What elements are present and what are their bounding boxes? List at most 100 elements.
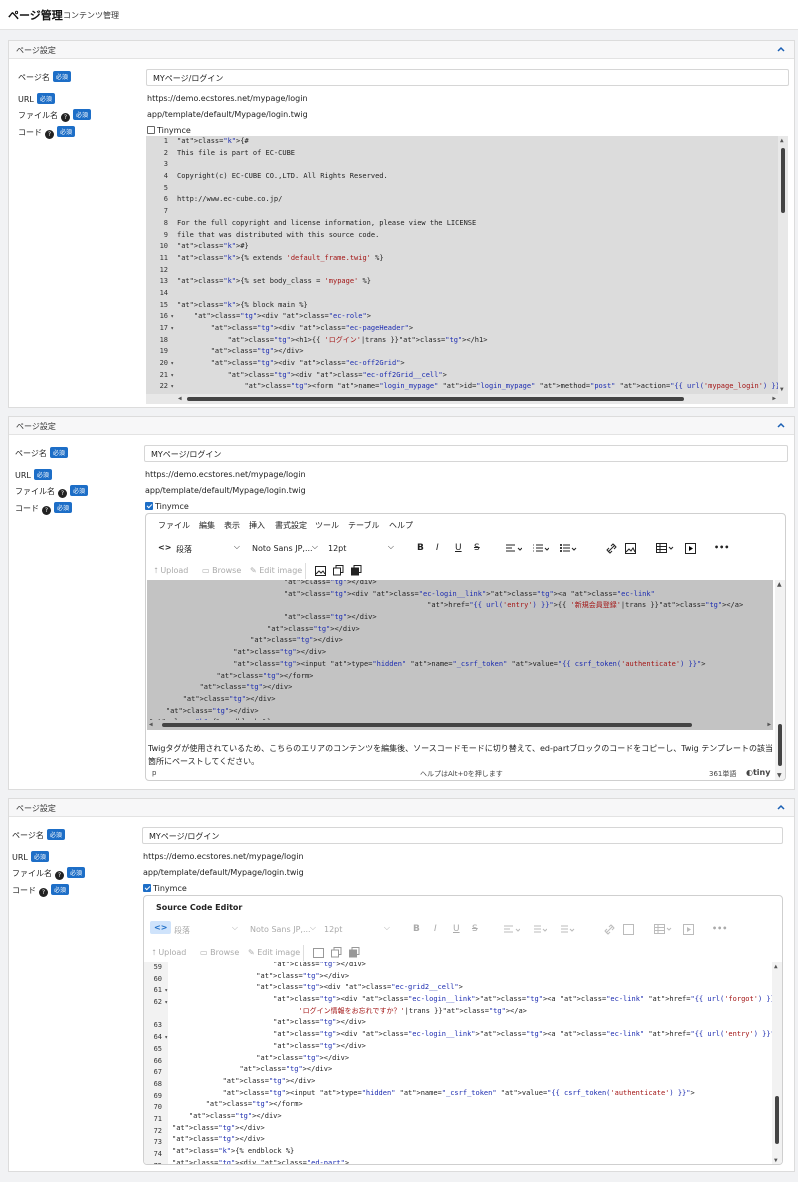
tiny-logo[interactable]: ◐tiny [746, 768, 770, 777]
code-line[interactable]: This file is part of EC-CUBE [177, 148, 778, 160]
font-family-select[interactable]: Noto Sans JP,... [247, 922, 319, 937]
gallery-icon[interactable] [331, 947, 342, 958]
code-line[interactable] [177, 206, 778, 218]
code-line[interactable]: "at">class="tg"></form> [149, 671, 763, 683]
help-icon[interactable]: ? [45, 130, 54, 139]
panel-header[interactable]: ページ設定 [9, 799, 794, 817]
menu-insert[interactable]: 挿入 [249, 520, 265, 531]
tinymce-checkbox[interactable]: Tinymce [145, 502, 189, 511]
strikethrough-button[interactable]: S [472, 924, 478, 934]
panel-header[interactable]: ページ設定 [9, 417, 794, 435]
code-line[interactable]: "at">class="k">{% extends 'default_frame… [177, 253, 778, 265]
table-icon[interactable] [654, 924, 674, 935]
bold-button[interactable]: B [413, 924, 420, 934]
help-icon[interactable]: ? [55, 871, 64, 880]
underline-button[interactable]: U [453, 924, 460, 934]
panel-header[interactable]: ページ設定 [9, 41, 794, 59]
editor-vertical-scrollbar[interactable]: ▲ ▼ [775, 580, 785, 780]
menu-tools[interactable]: ツール [315, 520, 339, 531]
upload-button[interactable]: ⭡ Upload [154, 566, 188, 576]
code-line[interactable] [177, 265, 778, 277]
code-line[interactable]: "at">class="tg"></div> [149, 647, 763, 659]
code-line[interactable]: "at">class="tg"></div> [172, 1123, 772, 1135]
horizontal-scrollbar[interactable]: ◀ ▶ [146, 394, 778, 404]
more-button[interactable]: ••• [712, 924, 727, 933]
chevron-up-icon[interactable] [776, 420, 786, 430]
underline-button[interactable]: U [455, 543, 462, 553]
italic-button[interactable]: I [436, 543, 439, 553]
source-code-area[interactable]: 5960616263646566676869707172737475767778… [144, 962, 782, 1164]
code-line[interactable]: "at">class="tg"></div> [172, 1076, 772, 1088]
code-line[interactable] [177, 183, 778, 195]
code-line[interactable]: file that was distributed with this sour… [177, 230, 778, 242]
editor-body-text[interactable]: Twigタグが使用されているため、こちらのエリアのコンテンツを編集後、ソースコー… [148, 742, 773, 768]
editor-code-area[interactable]: "at">class="tg"></div> "at">class="tg"><… [147, 580, 773, 730]
image-icon[interactable] [625, 543, 636, 554]
media-icon[interactable] [685, 543, 696, 554]
menu-view[interactable]: 表示 [224, 520, 240, 531]
font-size-select[interactable]: 12pt [325, 541, 397, 556]
upload-button[interactable]: ⭡ Upload [152, 948, 186, 958]
code-editor[interactable]: 1234567891011121314151617181920212223 "a… [146, 136, 788, 404]
checkbox-box[interactable] [147, 126, 155, 134]
code-line[interactable]: "at">class="tg"><form "at">name="login_m… [177, 381, 788, 393]
code-line[interactable]: "at">class="tg"></div> [149, 635, 763, 647]
code-line[interactable]: "at">class="tg"><div "at">class="ec-grid… [172, 982, 772, 994]
checkbox-box[interactable] [145, 502, 153, 510]
horizontal-scrollbar[interactable]: ◀ ▶ [147, 720, 773, 730]
code-line[interactable]: "at">class="tg"></div> [149, 694, 763, 706]
insert-image-icon[interactable] [313, 948, 324, 958]
element-path[interactable]: p [152, 769, 156, 777]
code-line[interactable]: "at">class="tg"></div> [149, 580, 763, 589]
block-format-select[interactable]: 段落 [173, 541, 243, 556]
code-line[interactable]: "at">class="tg"></div> [177, 346, 778, 358]
help-icon[interactable]: ? [42, 506, 51, 515]
code-line[interactable] [177, 159, 778, 171]
page-name-input[interactable]: MYページ/ログイン [142, 827, 783, 844]
code-line[interactable]: "at">class="tg"><input "at">type="hidden… [149, 659, 763, 671]
media-icon[interactable] [683, 924, 694, 935]
code-line[interactable]: "at">class="tg"><h1>{{ 'ログイン'|trans }}"a… [177, 335, 778, 347]
bold-button[interactable]: B [417, 543, 424, 553]
more-button[interactable]: ••• [714, 543, 729, 552]
bullet-list-icon[interactable] [558, 925, 576, 935]
vertical-scrollbar[interactable]: ▲ ▼ [778, 136, 788, 404]
code-text[interactable]: "at">class="tg"></div> "at">class="tg"><… [172, 962, 782, 1164]
copy-icon[interactable] [349, 947, 360, 958]
font-family-select[interactable]: Noto Sans JP,... [249, 541, 321, 556]
code-text[interactable]: "at">class="tg"></div> "at">class="tg"><… [149, 580, 763, 729]
menu-file[interactable]: ファイル [158, 520, 190, 531]
code-line[interactable]: "at">class="tg"></div> [149, 682, 763, 694]
code-line[interactable]: "at">class="tg"></div> [149, 706, 763, 718]
strikethrough-button[interactable]: S [474, 543, 480, 553]
word-count[interactable]: 361単語 [709, 769, 736, 779]
code-line[interactable]: "at">class="k">{% block main %} [177, 300, 778, 312]
code-line[interactable]: "at">class="tg"></div> [172, 971, 772, 983]
help-icon[interactable]: ? [61, 113, 70, 122]
numbered-list-icon[interactable] [531, 925, 547, 935]
menu-table[interactable]: テーブル [348, 520, 380, 531]
code-line[interactable]: 'ログイン情報をお忘れですか？'|trans }}"at">class="tg"… [172, 1006, 772, 1018]
block-format-select[interactable]: 段落 [171, 922, 241, 937]
link-icon[interactable] [606, 543, 617, 554]
code-line[interactable]: "at">class="tg"></div> [172, 1041, 772, 1053]
chevron-up-icon[interactable] [776, 44, 786, 54]
menu-format[interactable]: 書式設定 [275, 520, 307, 531]
gallery-icon[interactable] [333, 565, 344, 576]
browse-button[interactable]: ▭ Browse [202, 566, 241, 575]
code-line[interactable]: "at">class="tg"><div "at">class="ec-role… [177, 311, 778, 323]
code-line[interactable]: "at">class="tg"><div "at">class="ec-logi… [172, 1029, 782, 1041]
code-line[interactable]: "at">class="tg"><div "at">class="ec-logi… [149, 589, 763, 601]
menu-edit[interactable]: 編集 [199, 520, 215, 531]
tinymce-checkbox[interactable]: Tinymce [143, 884, 187, 893]
edit-image-button[interactable]: ✎ Edit image [248, 948, 300, 957]
page-name-input[interactable]: MYページ/ログイン [146, 69, 789, 86]
code-line[interactable]: "at">class="tg"></div> [172, 1134, 772, 1146]
code-line[interactable]: "at">class="tg"><div "at">class="ed-part… [172, 1158, 772, 1164]
code-line[interactable]: "at">class="tg"></div> [172, 1064, 772, 1076]
help-icon[interactable]: ? [39, 888, 48, 897]
source-code-icon[interactable]: <> [150, 921, 172, 934]
code-line[interactable]: "at">class="tg"></div> [172, 1053, 772, 1065]
code-line[interactable]: "at">class="k">{% set body_class = 'mypa… [177, 276, 778, 288]
numbered-list-icon[interactable] [533, 544, 549, 554]
